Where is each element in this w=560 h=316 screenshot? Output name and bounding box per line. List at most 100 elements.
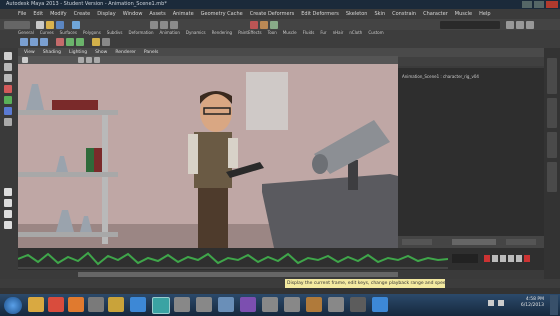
shelf-tab-muscle[interactable]: Muscle — [283, 30, 297, 37]
menu-modify[interactable]: Modify — [50, 11, 67, 17]
shelf-move-icon[interactable] — [20, 38, 28, 46]
viewport-menu-view[interactable]: View — [24, 50, 35, 55]
smooth-shade-icon[interactable] — [86, 57, 92, 63]
start-button[interactable] — [4, 297, 22, 314]
menu-geometry-cache[interactable]: Geometry Cache — [201, 11, 243, 17]
current-frame-field[interactable] — [452, 254, 478, 263]
paint-select-icon[interactable] — [4, 74, 12, 82]
tray-network-icon[interactable] — [488, 300, 494, 306]
panel-object-name[interactable]: Animation_Scene1 : character_rig_v04 — [402, 74, 479, 79]
step-back-icon[interactable] — [492, 255, 498, 262]
shelf-script-icon[interactable] — [102, 38, 110, 46]
shelf-tab-rendering[interactable]: Rendering — [212, 30, 232, 37]
shelf-tab-dynamics[interactable]: Dynamics — [186, 30, 206, 37]
menu-animate[interactable]: Animate — [173, 11, 194, 17]
side-tab-modeling-toolkit[interactable] — [547, 162, 557, 192]
perspective-viewport[interactable]: View Shading Lighting Show Renderer Pane… — [18, 48, 398, 248]
menu-create-deformers[interactable]: Create Deformers — [250, 11, 295, 17]
move-tool-icon[interactable] — [4, 85, 12, 93]
render-settings-icon[interactable] — [270, 21, 278, 29]
play-forward-icon[interactable] — [508, 255, 514, 262]
shelf-playblast-icon[interactable] — [92, 38, 100, 46]
layer-button-3[interactable] — [506, 239, 536, 245]
viewport-menu-lighting[interactable]: Lighting — [69, 50, 87, 55]
tool-settings-icon[interactable] — [516, 21, 524, 29]
layer-button-1[interactable] — [402, 239, 432, 245]
layout-outliner-icon[interactable] — [4, 221, 12, 229]
taskbar-ie-icon[interactable] — [130, 297, 146, 312]
time-slider[interactable] — [18, 248, 544, 270]
taskbar-app-icon-2[interactable] — [174, 297, 190, 312]
taskbar-clock[interactable]: 4:58 PM 6/12/2013 — [521, 297, 544, 309]
select-tool-icon[interactable] — [4, 52, 12, 60]
command-line[interactable] — [0, 279, 560, 288]
shelf-tab-animation[interactable]: Animation — [160, 30, 180, 37]
taskbar-folder-icon[interactable] — [28, 297, 44, 312]
maximize-icon[interactable] — [534, 1, 544, 8]
side-tab-tool-settings[interactable] — [547, 132, 557, 158]
taskbar-visual-studio-icon[interactable] — [240, 297, 256, 312]
layout-persp-graph-icon[interactable] — [4, 210, 12, 218]
taskbar-app-icon-5[interactable] — [262, 297, 278, 312]
viewport-menu-renderer[interactable]: Renderer — [115, 50, 136, 55]
snap-point-icon[interactable] — [170, 21, 178, 29]
shelf-tab-nhair[interactable]: nHair — [333, 30, 344, 37]
side-tab-attribute-editor[interactable] — [547, 98, 557, 128]
shelf-tab-deformation[interactable]: Deformation — [129, 30, 154, 37]
minimize-icon[interactable] — [522, 1, 532, 8]
wireframe-icon[interactable] — [78, 57, 84, 63]
taskbar-app-icon-7[interactable] — [306, 297, 322, 312]
manipulator-icon[interactable] — [4, 118, 12, 126]
textured-icon[interactable] — [94, 57, 100, 63]
play-back-icon[interactable] — [500, 255, 506, 262]
menu-constrain[interactable]: Constrain — [392, 11, 416, 17]
shelf-tab-toon[interactable]: Toon — [268, 30, 277, 37]
menu-edit[interactable]: Edit — [33, 11, 43, 17]
ipr-render-icon[interactable] — [260, 21, 268, 29]
menu-edit-deformers[interactable]: Edit Deformers — [301, 11, 339, 17]
menu-display[interactable]: Display — [97, 11, 115, 17]
menu-help[interactable]: Help — [479, 11, 490, 17]
taskbar-chrome-icon[interactable] — [48, 297, 64, 312]
menu-window[interactable]: Window — [123, 11, 143, 17]
tray-volume-icon[interactable] — [498, 300, 504, 306]
shelf-tab-polygons[interactable]: Polygons — [83, 30, 101, 37]
shelf-tab-general[interactable]: General — [18, 30, 34, 37]
scale-tool-icon[interactable] — [4, 107, 12, 115]
shelf-tab-surfaces[interactable]: Surfaces — [60, 30, 77, 37]
menu-create[interactable]: Create — [74, 11, 91, 17]
viewport-menu-panels[interactable]: Panels — [144, 50, 158, 55]
snap-curve-icon[interactable] — [160, 21, 168, 29]
viewport-menu-show[interactable]: Show — [95, 50, 107, 55]
render-icon[interactable] — [250, 21, 258, 29]
select-mode-icon[interactable] — [72, 21, 80, 29]
shelf-tab-painteffects[interactable]: PaintEffects — [238, 30, 262, 37]
range-slider[interactable] — [18, 270, 544, 279]
taskbar-app-icon-3[interactable] — [196, 297, 212, 312]
close-icon[interactable] — [546, 1, 558, 8]
menu-skin[interactable]: Skin — [374, 11, 385, 17]
shelf-tab-subdivs[interactable]: Subdivs — [107, 30, 123, 37]
lasso-tool-icon[interactable] — [4, 63, 12, 71]
rotate-tool-icon[interactable] — [4, 96, 12, 104]
go-to-start-icon[interactable] — [484, 255, 490, 262]
show-desktop-button[interactable] — [550, 295, 558, 315]
viewport-menu-shading[interactable]: Shading — [43, 50, 61, 55]
shelf-tab-ncloth[interactable]: nCloth — [349, 30, 362, 37]
menu-set-dropdown[interactable] — [4, 21, 30, 29]
open-scene-icon[interactable] — [46, 21, 54, 29]
taskbar-app-icon-8[interactable] — [328, 297, 344, 312]
shelf-tab-fur[interactable]: Fur — [320, 30, 326, 37]
shelf-tab-fluids[interactable]: Fluids — [303, 30, 315, 37]
menu-assets[interactable]: Assets — [149, 11, 165, 17]
range-bar[interactable] — [78, 272, 398, 277]
taskbar-maya-icon[interactable] — [152, 297, 170, 314]
menu-file[interactable]: File — [18, 11, 26, 17]
shelf-tab-custom[interactable]: Custom — [368, 30, 383, 37]
menu-skeleton[interactable]: Skeleton — [346, 11, 368, 17]
attribute-editor-icon[interactable] — [506, 21, 514, 29]
taskbar-app-icon-10[interactable] — [372, 297, 388, 312]
menu-character[interactable]: Character — [423, 11, 448, 17]
taskbar-app-icon-9[interactable] — [350, 297, 366, 312]
taskbar-explorer-icon[interactable] — [108, 297, 124, 312]
